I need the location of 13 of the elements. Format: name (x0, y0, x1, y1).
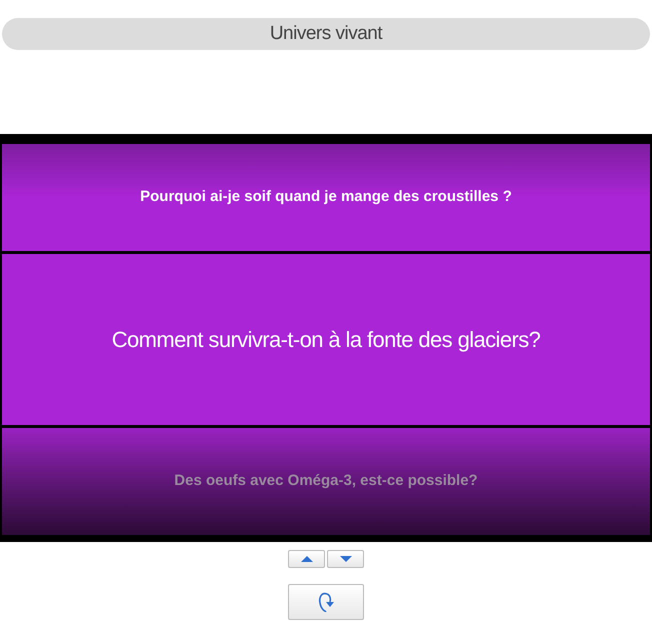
question-card[interactable]: Comment survivra-t-on à la fonte des glaciers? (2, 254, 650, 425)
title-text: Univers vivant (270, 22, 382, 46)
up-arrow-icon (300, 556, 312, 562)
down-arrow-icon (340, 556, 352, 562)
down-button[interactable] (327, 550, 364, 568)
question-text: Des oeufs avec Oméga-3, est-ce possible? (174, 471, 478, 492)
refresh-button[interactable] (288, 584, 364, 620)
question-card[interactable]: Des oeufs avec Oméga-3, est-ce possible? (2, 428, 650, 535)
question-text: Pourquoi ai-je soif quand je mange des croustilles ? (140, 187, 512, 208)
up-button[interactable] (288, 550, 325, 568)
question-card[interactable]: Pourquoi ai-je soif quand je mange des croustilles ? (2, 144, 650, 251)
refresh-icon (318, 591, 334, 613)
question-text: Comment survivra-t-on à la fonte des glaciers? (112, 326, 540, 354)
